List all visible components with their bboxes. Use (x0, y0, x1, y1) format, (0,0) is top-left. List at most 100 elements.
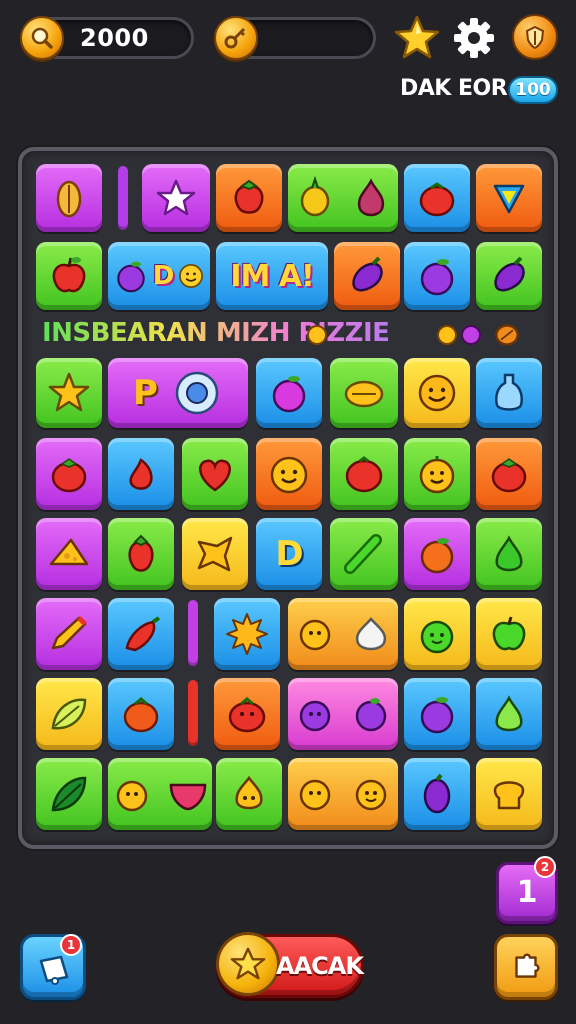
tile-pair-onion-fig[interactable] (108, 758, 212, 830)
cheese-icon (49, 538, 89, 566)
tile-tomato-face[interactable] (214, 678, 280, 750)
tile-word-ima[interactable]: IM A! (216, 242, 328, 310)
peach-icon (420, 538, 454, 574)
tomato-icon (123, 697, 159, 733)
tile-lemon[interactable] (330, 358, 398, 428)
tile-bottle[interactable] (476, 358, 542, 428)
lemon-icon (344, 380, 384, 408)
tile-apple[interactable] (36, 242, 102, 310)
tile-letter-p-with-flower[interactable]: P (108, 358, 248, 428)
heart-icon (199, 459, 231, 492)
plum-icon (299, 700, 331, 732)
tile-tomato-3[interactable] (330, 438, 398, 510)
tile-plum-3[interactable] (256, 358, 322, 428)
tile-bread[interactable] (476, 758, 542, 830)
tile-star-yellow[interactable] (36, 358, 102, 428)
divider-bar (118, 166, 128, 230)
tile-eggplant-2[interactable] (476, 242, 542, 310)
tile-seed[interactable] (36, 164, 102, 232)
tile-tomato-2[interactable] (36, 438, 102, 510)
cherry-icon (129, 458, 153, 490)
tile-peach[interactable] (404, 518, 470, 590)
tile-heart[interactable] (182, 438, 248, 510)
tile-sun[interactable] (214, 598, 280, 670)
tile-smiley-2[interactable] (256, 438, 322, 510)
pear-icon (495, 535, 523, 572)
nut-icon (495, 324, 519, 346)
sunflower-icon (355, 779, 387, 811)
garlic-icon (355, 617, 387, 651)
tile-smiley-3[interactable] (404, 438, 470, 510)
tomato-icon (419, 182, 455, 217)
smiley-icon (418, 374, 456, 412)
key-icon[interactable] (214, 16, 258, 60)
checkmark-icon (493, 184, 525, 214)
tile-letter: D (275, 534, 303, 574)
tile-plum-4[interactable] (404, 678, 470, 750)
garlic-icon (357, 178, 385, 217)
smiley-icon (419, 456, 455, 494)
onion-icon (116, 780, 148, 812)
tile-pair-plums[interactable] (288, 678, 398, 750)
tile-strawberry-2[interactable] (108, 518, 174, 590)
tile-smiley[interactable] (404, 358, 470, 428)
puzzle-button[interactable] (494, 934, 558, 1000)
tile-cherry[interactable] (108, 438, 174, 510)
tile-pear[interactable] (476, 518, 542, 590)
coin-count: 2000 (80, 24, 149, 52)
tile-plum-2[interactable] (404, 242, 470, 310)
tile-v-badge[interactable] (476, 164, 542, 232)
tile-pair-suns[interactable] (288, 758, 398, 830)
tile-cheese[interactable] (36, 518, 102, 590)
tile-pear-2[interactable] (476, 678, 542, 750)
tile-cucumber[interactable] (330, 518, 398, 590)
tile-tomato-4[interactable] (476, 438, 542, 510)
tile-pepper[interactable] (108, 598, 174, 670)
hint-notification-badge: 2 (534, 856, 556, 878)
tile-leaf[interactable] (36, 678, 102, 750)
apple-icon (52, 257, 86, 293)
tile-star-2[interactable] (182, 518, 248, 590)
plum-icon (420, 697, 454, 734)
plum-icon (420, 259, 454, 296)
tile-apple-green-2[interactable] (476, 598, 542, 670)
tile-pencil[interactable] (36, 598, 102, 670)
sunflower-icon (299, 619, 331, 651)
tile-pair-sun-onion[interactable] (288, 598, 398, 670)
watermelon-icon (169, 783, 207, 811)
play-star-icon[interactable] (216, 932, 280, 996)
tile-word-plum[interactable]: D (108, 242, 210, 310)
tomato-icon (228, 697, 266, 733)
divider-bar (188, 600, 198, 666)
smiley-icon (270, 456, 308, 494)
puzzle-piece-icon (515, 953, 540, 978)
puzzle-label: INSBEARAN MIZH PIZZIE (42, 318, 462, 352)
onion-icon (235, 775, 263, 810)
level-badge: 100 (508, 76, 558, 104)
pear-icon (495, 695, 523, 732)
shield-icon[interactable] (512, 14, 558, 60)
plum-icon (355, 698, 387, 732)
tile-tomato[interactable] (404, 164, 470, 232)
tile-pair-onion-garlic[interactable] (288, 164, 398, 232)
tile-star[interactable] (142, 164, 210, 232)
bottle-icon (495, 373, 523, 411)
plum-icon (116, 261, 145, 293)
star-icon[interactable] (394, 14, 440, 60)
bread-icon (493, 781, 525, 810)
tile-eggplant[interactable] (334, 242, 400, 310)
tile-letter-d[interactable]: D (256, 518, 322, 590)
bell-notification-badge: 1 (60, 934, 82, 956)
eggplant-icon (423, 773, 451, 814)
tile-tomato-5[interactable] (108, 678, 174, 750)
tile-onion-face[interactable] (216, 758, 282, 830)
gear-icon[interactable] (452, 16, 496, 60)
magnifier-coin-icon[interactable] (20, 16, 64, 60)
tile-eggplant-3[interactable] (404, 758, 470, 830)
play-button-label[interactable]: AACAK (276, 952, 364, 980)
tile-leaf-2[interactable] (36, 758, 102, 830)
smiley-icon (179, 264, 204, 288)
tile-apple-green[interactable] (404, 598, 470, 670)
tile-strawberry[interactable] (216, 164, 282, 232)
apple-icon (420, 620, 454, 654)
